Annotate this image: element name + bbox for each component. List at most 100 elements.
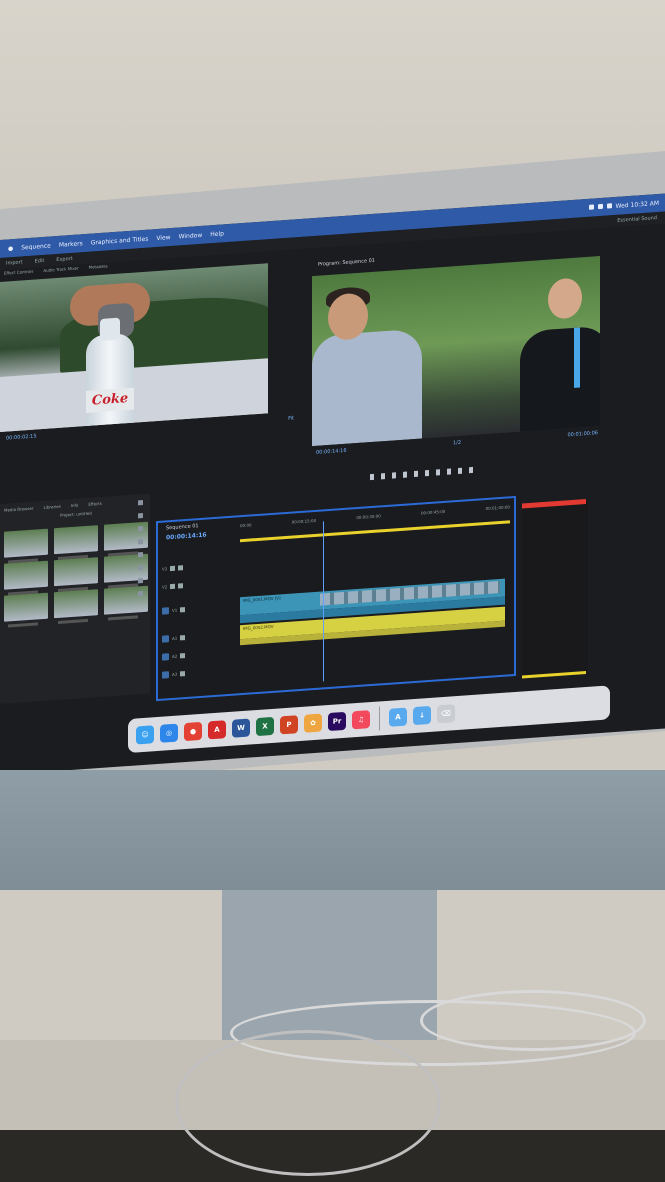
tab-edit[interactable]: Edit (35, 258, 45, 265)
audio-clip-label: IMG_0002.MOV (243, 623, 274, 632)
track-header-v2[interactable]: V2 (162, 576, 232, 593)
source-patch-icon[interactable] (162, 606, 169, 615)
premiere-icon[interactable]: Pr (328, 711, 346, 732)
clock[interactable]: Wed 10:32 AM (616, 199, 659, 209)
media-thumbnail[interactable] (54, 589, 98, 619)
mute-icon[interactable] (180, 634, 186, 640)
go-to-in-icon[interactable] (392, 472, 396, 479)
wifi-icon[interactable] (588, 203, 594, 210)
ruler-tick: 00:00:15:00 (291, 517, 317, 525)
clip-label: IMG_0001.MOV [V] (243, 595, 281, 604)
program-timecode[interactable]: 00:00:14:16 (316, 448, 347, 456)
mark-in-icon[interactable] (370, 473, 374, 481)
step-forward-icon[interactable] (425, 470, 429, 477)
go-to-out-icon[interactable] (436, 469, 440, 476)
program-fit-select[interactable]: 1/2 (453, 440, 461, 447)
meter-level (522, 671, 586, 679)
menu-item-graphics[interactable]: Graphics and Titles (91, 235, 149, 246)
downloads-folder-icon[interactable]: ↓ (413, 705, 431, 726)
tab-audio-mixer[interactable]: Audio Track Mixer (43, 266, 78, 273)
lock-icon[interactable] (178, 564, 184, 571)
track-header-v3[interactable]: V3 (162, 558, 232, 575)
source-patch-icon[interactable] (162, 634, 169, 643)
lock-icon[interactable] (178, 582, 184, 589)
track-header-a2[interactable]: A2 (162, 646, 232, 663)
tab-import[interactable]: Import (6, 259, 23, 266)
acrobat-icon[interactable]: A (208, 720, 226, 740)
media-thumbnail[interactable] (4, 528, 48, 558)
monitor-chin (0, 770, 665, 890)
source-patch-icon[interactable] (162, 670, 169, 679)
menu-item-view[interactable]: View (156, 234, 170, 242)
extract-icon[interactable] (458, 467, 462, 474)
excel-icon[interactable]: X (256, 716, 274, 737)
program-monitor-video[interactable] (312, 256, 600, 447)
mark-out-icon[interactable] (381, 473, 385, 480)
tab-metadata[interactable]: Metadata (89, 263, 108, 269)
source-monitor-video[interactable]: Coke (0, 263, 268, 432)
ruler-tick: 00:00:45:00 (420, 508, 446, 516)
bottle-label: Coke (86, 387, 134, 413)
music-icon[interactable]: ♫ (352, 710, 370, 730)
ruler-tick: 00:00 (240, 522, 252, 529)
pen-tool-icon[interactable] (137, 565, 143, 571)
lift-icon[interactable] (447, 468, 451, 475)
person-right (520, 325, 600, 432)
source-fit-select[interactable]: Fit (288, 415, 294, 421)
tab-export[interactable]: Export (56, 256, 72, 263)
sequence-tab[interactable]: Sequence 01 (166, 523, 199, 531)
tab-effects[interactable]: Effects (88, 501, 102, 507)
media-thumbnail[interactable] (54, 525, 98, 555)
media-thumbnail[interactable] (4, 592, 48, 622)
ripple-edit-tool-icon[interactable] (137, 526, 143, 532)
program-monitor-title[interactable]: Program: Sequence 01 (318, 258, 375, 268)
search-icon[interactable] (606, 202, 612, 209)
source-timecode[interactable]: 00:00:02:15 (6, 433, 37, 441)
safari-icon[interactable]: ◎ (160, 723, 178, 743)
media-thumbnail[interactable] (54, 557, 98, 587)
timeline-timecode[interactable]: 00:00:14:16 (166, 532, 207, 542)
battery-icon[interactable] (597, 203, 603, 209)
eye-icon[interactable] (180, 606, 186, 612)
powerpoint-icon[interactable]: P (280, 715, 298, 735)
export-frame-icon[interactable] (469, 466, 473, 474)
menu-item-markers[interactable]: Markers (59, 240, 83, 249)
media-thumbnail[interactable] (4, 560, 48, 590)
tab-info[interactable]: Info (71, 503, 79, 509)
applications-folder-icon[interactable]: A (389, 707, 407, 727)
mute-icon[interactable] (180, 670, 186, 676)
essential-sound-label[interactable]: Essential Sound (617, 215, 657, 224)
mute-icon[interactable] (180, 652, 186, 658)
menu-item-sequence[interactable]: Sequence (21, 242, 51, 251)
photos-icon[interactable]: ✿ (304, 713, 322, 733)
tab-libraries[interactable]: Libraries (44, 504, 61, 510)
finder-icon[interactable]: ☺ (136, 725, 154, 745)
tab-media-browser[interactable]: Media Browser (4, 506, 34, 513)
type-tool-icon[interactable] (137, 591, 143, 597)
source-patch-icon[interactable] (162, 652, 169, 661)
track-header-a3[interactable]: A3 (162, 664, 232, 681)
track-header-v1[interactable]: V1 (162, 600, 232, 617)
toggle-output-icon[interactable] (170, 565, 176, 571)
screen: ● Sequence Markers Graphics and Titles V… (0, 193, 665, 776)
apple-icon[interactable]: ● (8, 245, 13, 252)
tab-effect-controls[interactable]: Effect Controls (4, 269, 33, 276)
trash-icon[interactable]: ⌫ (437, 704, 455, 724)
timeline-panel[interactable]: Sequence 01 00:00:14:16 00:00 00:00:15:0… (156, 495, 516, 702)
hand-tool-icon[interactable] (137, 578, 143, 584)
razor-tool-icon[interactable] (137, 539, 143, 545)
menu-item-help[interactable]: Help (210, 230, 224, 238)
track-header-a1[interactable]: A1 (162, 628, 232, 645)
selection-tool-icon[interactable] (137, 500, 143, 506)
playhead[interactable] (323, 521, 324, 682)
media-thumbnails (0, 512, 150, 632)
toggle-output-icon[interactable] (170, 583, 176, 589)
step-back-icon[interactable] (403, 471, 407, 478)
slip-tool-icon[interactable] (137, 552, 143, 558)
chrome-icon[interactable]: ● (184, 721, 202, 742)
track-select-tool-icon[interactable] (137, 513, 143, 519)
word-icon[interactable]: W (232, 718, 250, 738)
person-left (312, 328, 422, 447)
play-icon[interactable] (414, 470, 418, 478)
menu-item-window[interactable]: Window (179, 231, 203, 240)
